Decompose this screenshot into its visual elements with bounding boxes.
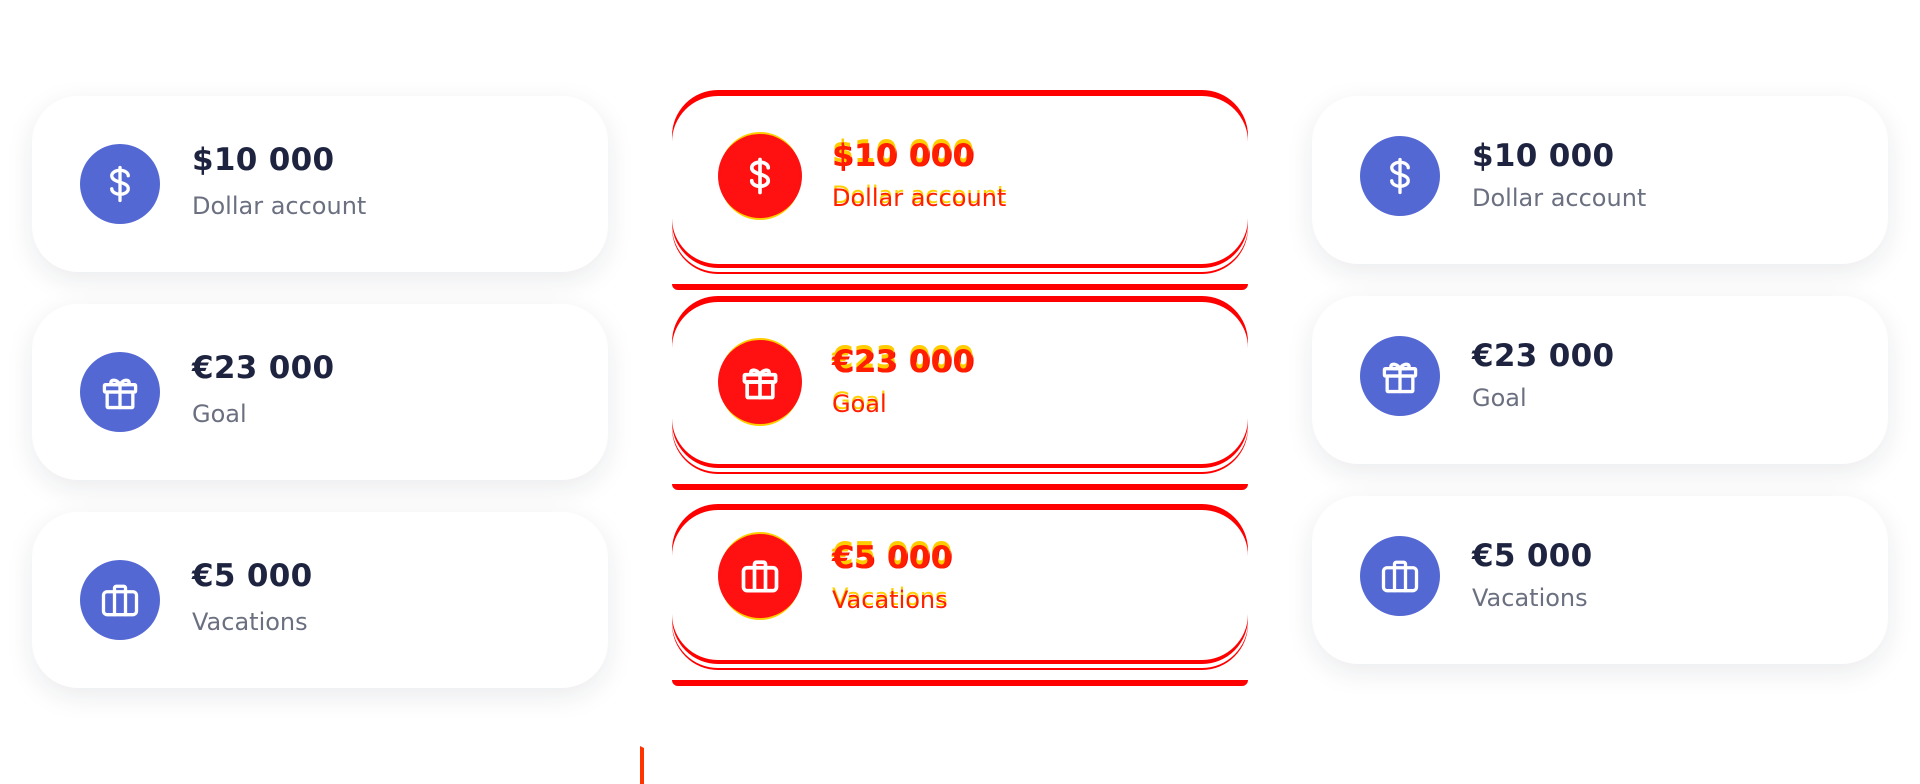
account-card-vacations[interactable]: €5 000 Vacations [672, 510, 1248, 686]
dollar-icon [720, 136, 800, 216]
account-label: Vacations [832, 586, 948, 614]
account-card-vacations[interactable]: €5 000 Vacations [1312, 496, 1888, 664]
account-amount: €5 000 [1472, 538, 1593, 574]
dollar-icon [1360, 136, 1440, 216]
account-amount: €5 000 [832, 540, 953, 576]
account-amount: $10 000 [192, 142, 335, 178]
account-card-dollar[interactable]: $10 000 Dollar account [32, 96, 608, 272]
gift-icon [1360, 336, 1440, 416]
account-amount: €23 000 [192, 350, 335, 386]
account-label: Vacations [1472, 584, 1588, 612]
canvas: $10 000 Dollar account €23 000 Goal €5 0… [0, 0, 1920, 784]
account-label: Vacations [192, 608, 308, 636]
account-amount: €23 000 [1472, 338, 1615, 374]
dollar-icon [80, 144, 160, 224]
account-card-dollar[interactable]: $10 000 Dollar account [672, 96, 1248, 290]
account-label: Dollar account [192, 192, 367, 220]
account-card-goal[interactable]: €23 000 Goal [32, 304, 608, 480]
glitch-artifact [640, 746, 1284, 784]
account-amount: €23 000 [832, 344, 975, 380]
account-card-vacations[interactable]: €5 000 Vacations [32, 512, 608, 688]
account-label: Goal [832, 390, 887, 418]
account-label: Dollar account [832, 184, 1007, 212]
briefcase-icon [720, 536, 800, 616]
gift-icon [80, 352, 160, 432]
briefcase-icon [1360, 536, 1440, 616]
account-label: Dollar account [1472, 184, 1647, 212]
briefcase-icon [80, 560, 160, 640]
account-card-dollar[interactable]: $10 000 Dollar account [1312, 96, 1888, 264]
gift-icon [720, 342, 800, 422]
account-card-goal[interactable]: €23 000 Goal [1312, 296, 1888, 464]
account-amount: $10 000 [1472, 138, 1615, 174]
account-amount: $10 000 [832, 138, 975, 174]
account-card-goal[interactable]: €23 000 Goal [672, 302, 1248, 490]
account-label: Goal [1472, 384, 1527, 412]
account-label: Goal [192, 400, 247, 428]
account-amount: €5 000 [192, 558, 313, 594]
